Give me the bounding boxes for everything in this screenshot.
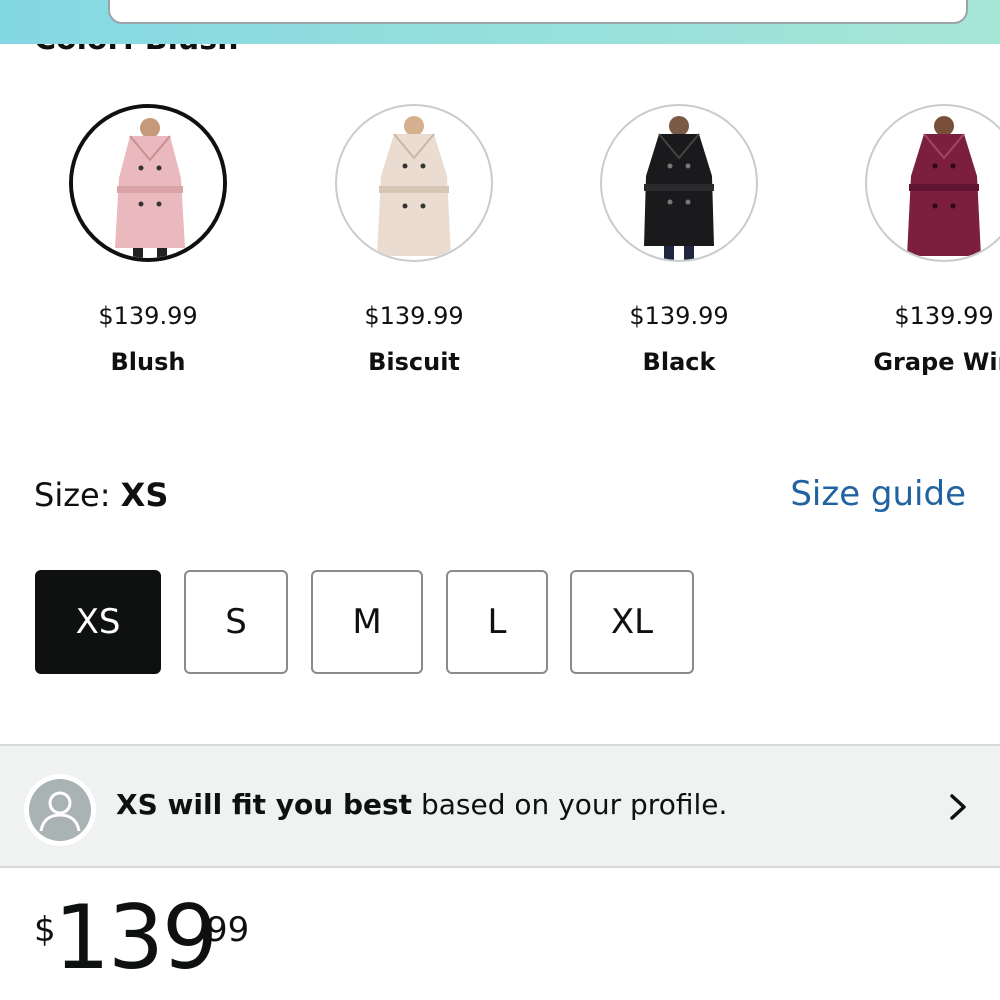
swatch-image <box>600 104 758 262</box>
swatch-image <box>69 104 227 262</box>
user-avatar-icon <box>24 774 96 846</box>
swatch-price: $139.99 <box>364 302 464 330</box>
swatch-biscuit[interactable]: $139.99 Biscuit <box>294 104 534 376</box>
swatch-grape-wine[interactable]: $139.99 Grape Win <box>824 104 1000 376</box>
trench-coat-image <box>73 108 223 258</box>
fit-rest-text: based on your profile. <box>412 788 728 821</box>
swatch-price: $139.99 <box>629 302 729 330</box>
fit-recommendation-text: XS will fit you best based on your profi… <box>116 788 727 821</box>
swatch-image <box>865 104 1000 262</box>
swatch-blush[interactable]: $139.99 Blush <box>28 104 268 376</box>
fit-recommendation-banner[interactable]: XS will fit you best based on your profi… <box>0 744 1000 868</box>
swatch-name: Grape Win <box>873 348 1000 376</box>
chevron-right-icon[interactable] <box>946 792 970 822</box>
price-fraction: 99 <box>206 910 250 950</box>
size-label-text: Size: <box>34 476 121 514</box>
search-input[interactable] <box>108 0 968 24</box>
size-option-s[interactable]: S <box>184 570 288 674</box>
swatch-name: Blush <box>110 348 186 376</box>
swatch-name: Biscuit <box>368 348 460 376</box>
swatch-image <box>335 104 493 262</box>
swatch-price: $139.99 <box>98 302 198 330</box>
trench-coat-image <box>644 116 714 260</box>
swatch-name: Black <box>642 348 716 376</box>
price-currency-symbol: $ <box>34 910 56 950</box>
trench-coat-image <box>377 116 451 256</box>
size-option-m[interactable]: M <box>311 570 423 674</box>
size-option-l[interactable]: L <box>446 570 548 674</box>
size-guide-link[interactable]: Size guide <box>790 474 966 514</box>
fit-bold-text: XS will fit you best <box>116 788 413 821</box>
size-selected-value: XS <box>120 476 169 514</box>
size-option-xl[interactable]: XL <box>570 570 694 674</box>
size-option-xs[interactable]: XS <box>35 570 161 674</box>
price-whole: 139 <box>54 886 218 989</box>
swatch-black[interactable]: $139.99 Black <box>559 104 799 376</box>
search-header <box>0 0 1000 44</box>
size-label: Size: XS <box>34 476 168 514</box>
swatch-price: $139.99 <box>894 302 994 330</box>
trench-coat-image <box>907 116 981 256</box>
